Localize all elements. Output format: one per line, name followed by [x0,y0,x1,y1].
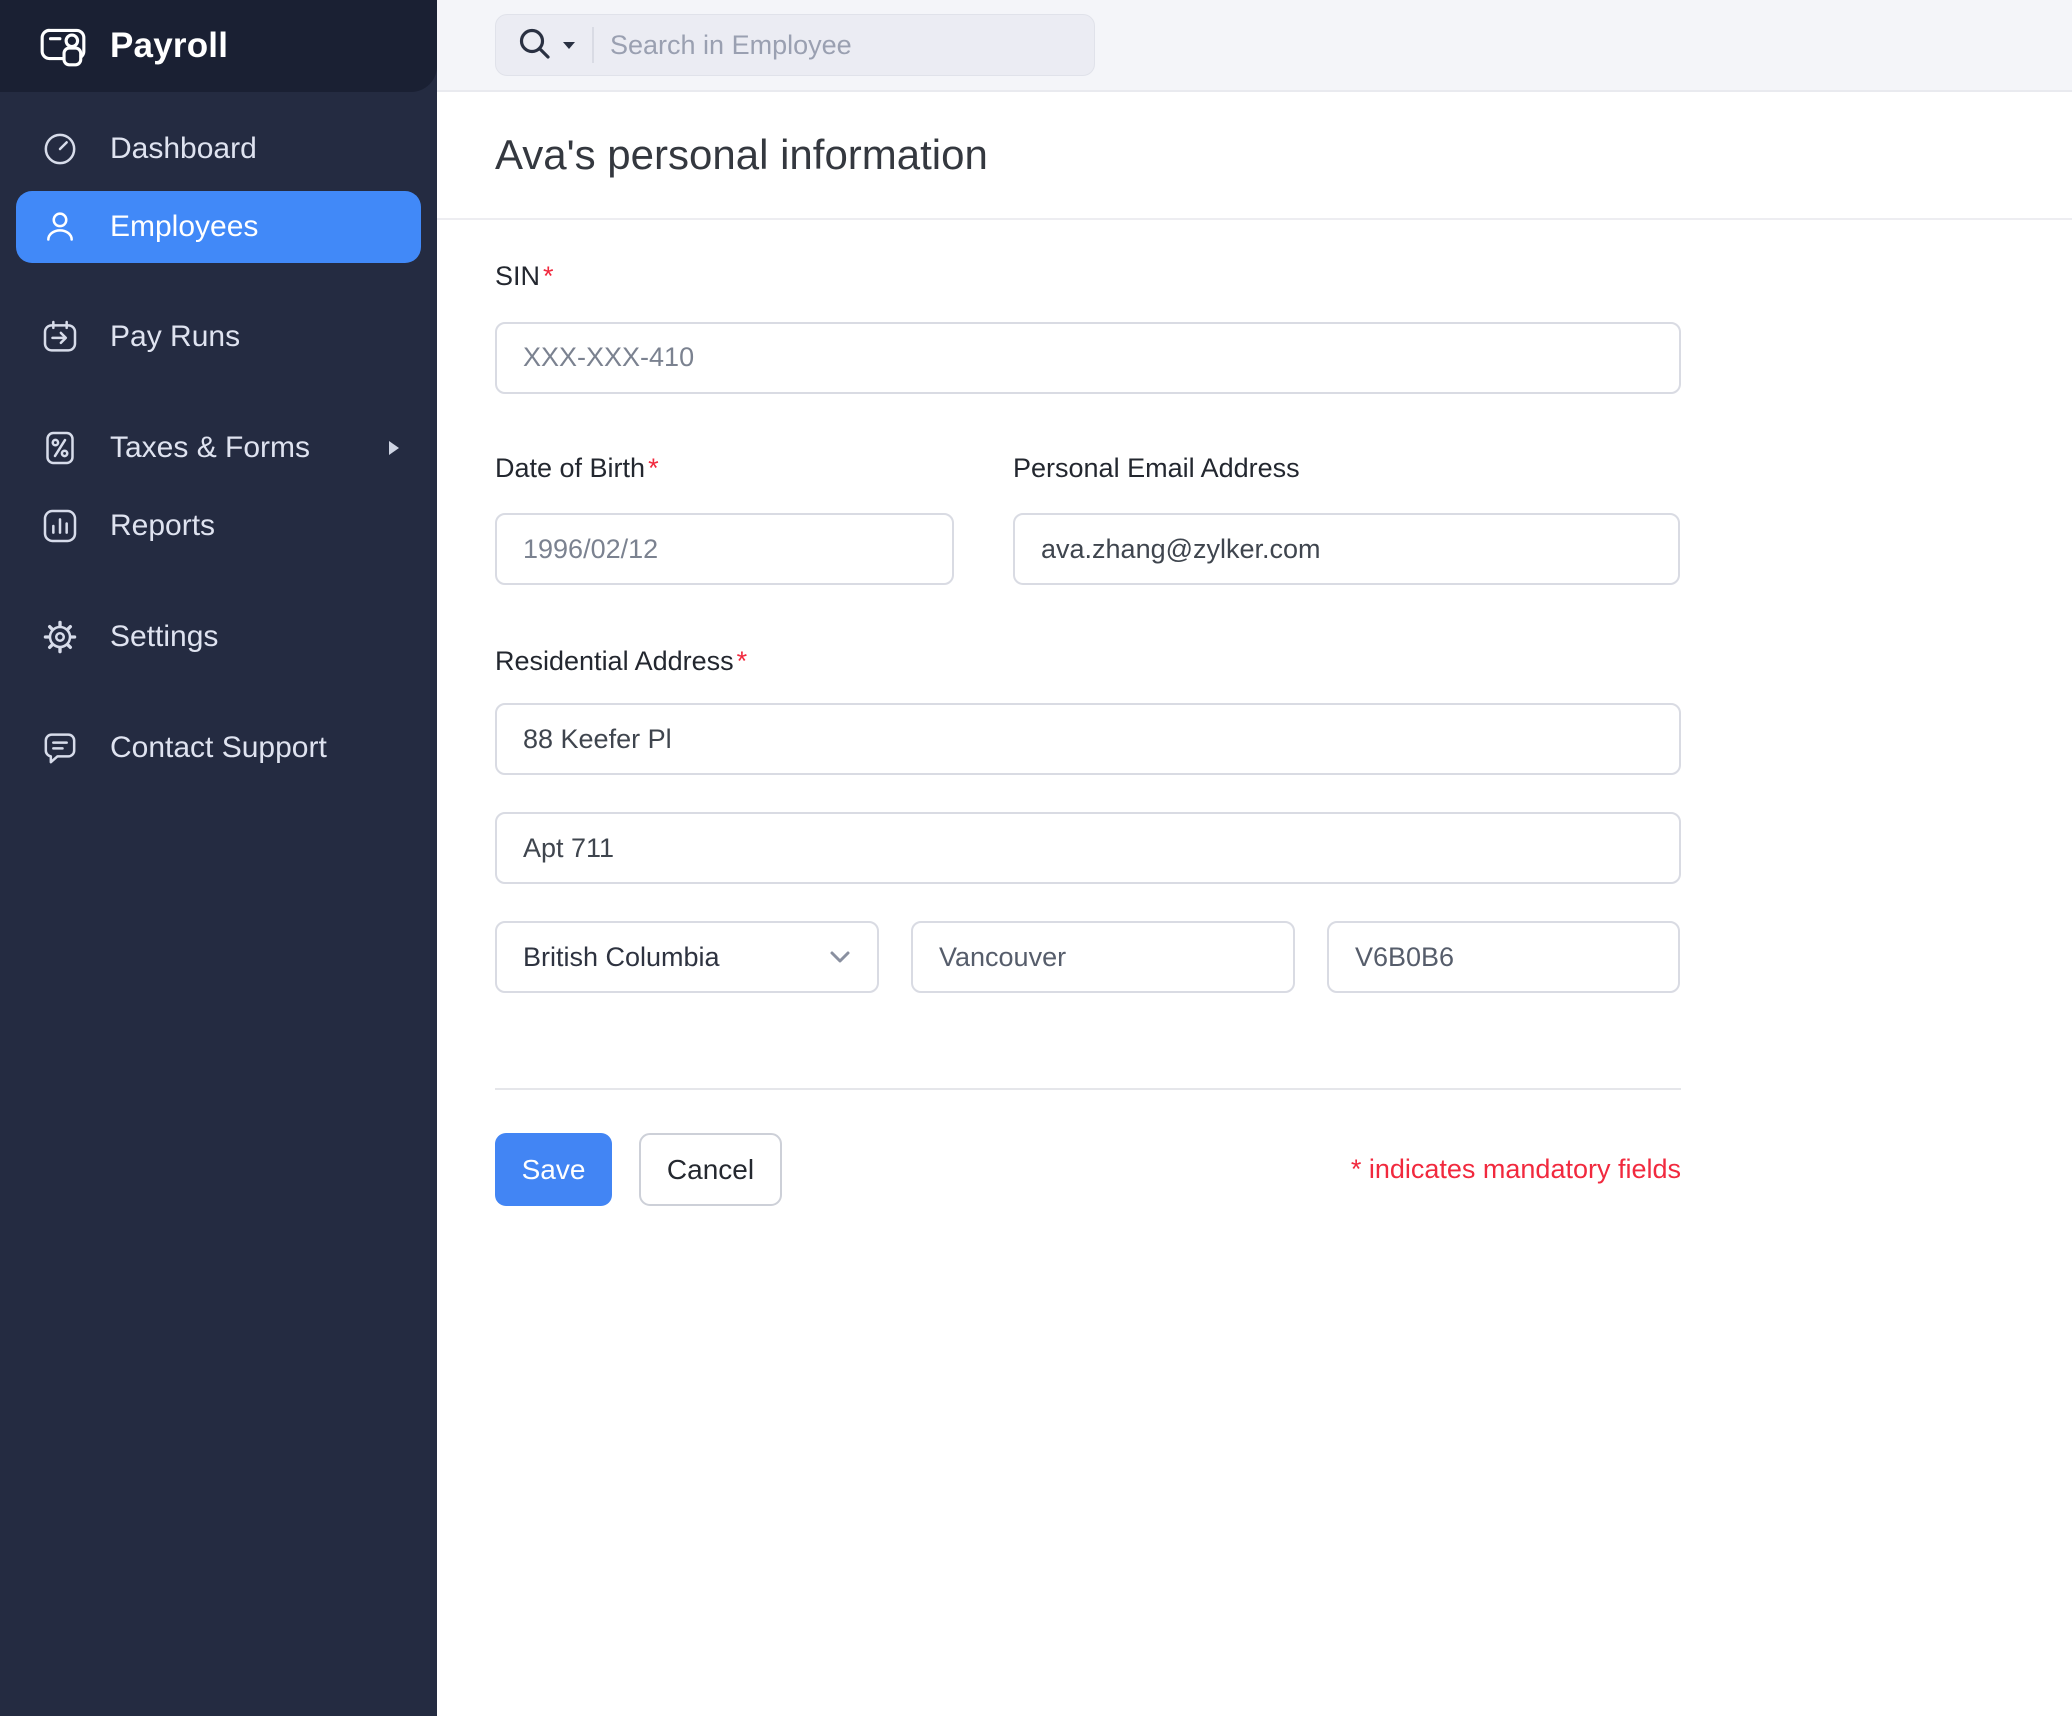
dob-label: Date of Birth* [495,454,954,484]
logo-bar: Payroll [0,0,437,92]
main-area: Ava's personal information SIN* Date of … [437,0,2072,1716]
email-label: Personal Email Address [1013,454,1680,484]
required-asterisk: * [737,647,748,677]
employees-icon [40,207,80,247]
contact-support-icon [40,728,80,768]
form-content: SIN* Date of Birth* Personal Email Addre… [437,220,2072,1716]
email-label-text: Personal Email Address [1013,454,1300,484]
sidebar-item-dashboard[interactable]: Dashboard [16,113,421,185]
sidebar-item-label: Settings [110,620,218,654]
province-select[interactable]: British Columbia [495,921,879,993]
save-button[interactable]: Save [495,1133,612,1206]
dashboard-icon [40,129,80,169]
sidebar-item-label: Dashboard [110,132,257,166]
sidebar-item-employees[interactable]: Employees [16,191,421,263]
required-asterisk: * [543,262,554,292]
sidebar-item-label: Employees [110,210,258,244]
app-title: Payroll [110,26,228,66]
page-header: Ava's personal information [437,92,2072,220]
sidebar-item-label: Contact Support [110,731,327,765]
settings-icon [40,617,80,657]
address-label: Residential Address* [495,647,1681,677]
form-actions: Save Cancel * indicates mandatory fields [495,1133,1681,1206]
dob-input[interactable] [495,513,954,585]
search-divider [592,27,594,63]
email-input[interactable] [1013,513,1680,585]
dob-label-text: Date of Birth [495,454,645,484]
sidebar: Payroll Dashboard Employees [0,0,437,1716]
address-line2-input[interactable] [495,812,1681,884]
sidebar-nav: Dashboard Employees Pay Runs [0,92,437,784]
chevron-down-icon [829,950,851,964]
address-label-text: Residential Address [495,647,734,677]
address-line1-input[interactable] [495,703,1681,775]
city-input[interactable] [911,921,1295,993]
postal-code-input[interactable] [1327,921,1680,993]
search-box[interactable] [495,14,1095,76]
province-select-value: British Columbia [523,942,720,973]
cancel-button[interactable]: Cancel [639,1133,782,1206]
sin-label-text: SIN [495,262,540,292]
topbar [437,0,2072,92]
sidebar-item-label: Reports [110,509,215,543]
sidebar-item-contact-support[interactable]: Contact Support [16,712,421,784]
pay-runs-icon [40,317,80,357]
search-input[interactable] [610,30,1074,61]
reports-icon [40,506,80,546]
search-scope-button[interactable] [516,25,576,65]
chevron-right-icon [387,439,401,457]
mandatory-fields-note: * indicates mandatory fields [1351,1154,1681,1185]
app-window: Payroll Dashboard Employees [0,0,2072,1716]
sidebar-item-label: Taxes & Forms [110,431,310,465]
page-title: Ava's personal information [495,131,988,179]
payroll-logo-icon [38,21,88,71]
divider [495,1088,1681,1090]
required-asterisk: * [648,454,659,484]
sidebar-item-reports[interactable]: Reports [16,490,421,562]
taxes-forms-icon [40,428,80,468]
sin-input[interactable] [495,322,1681,394]
sidebar-item-pay-runs[interactable]: Pay Runs [16,301,421,373]
sidebar-item-settings[interactable]: Settings [16,601,421,673]
sidebar-item-label: Pay Runs [110,320,240,354]
sidebar-item-taxes-forms[interactable]: Taxes & Forms [16,412,421,484]
caret-down-icon [562,41,576,50]
search-icon [516,25,556,65]
sin-label: SIN* [495,262,1681,292]
